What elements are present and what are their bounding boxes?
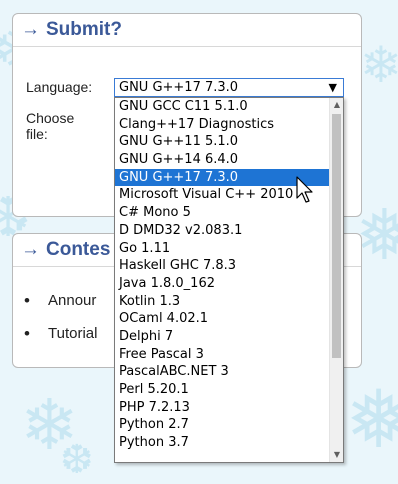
arrow-right-icon: → xyxy=(21,239,40,260)
submit-panel-title: Submit? xyxy=(46,19,122,40)
scrollbar[interactable]: ▲ ▼ xyxy=(329,98,343,462)
language-option[interactable]: GNU G++11 5.1.0 xyxy=(115,133,329,151)
language-select-value: GNU G++17 7.3.0 xyxy=(119,80,239,95)
language-option[interactable]: Go 1.11 xyxy=(115,240,329,258)
scrollbar-thumb[interactable] xyxy=(332,114,341,358)
language-option[interactable]: Delphi 7 xyxy=(115,328,329,346)
snowflake-decoration: ❆ xyxy=(60,437,94,483)
contest-links-list: Annour Tutorial xyxy=(24,291,97,358)
dropdown-arrow-icon: ▼ xyxy=(328,81,337,94)
scroll-up-icon[interactable]: ▲ xyxy=(330,98,343,112)
submit-panel-header: → Submit? xyxy=(13,14,361,47)
mouse-cursor-icon xyxy=(296,176,313,203)
language-option[interactable]: Python 3.7 xyxy=(115,434,329,452)
contest-link-item[interactable]: Tutorial xyxy=(24,324,97,344)
language-option[interactable]: PascalABC.NET 3 xyxy=(115,363,329,381)
language-option[interactable]: D DMD32 v2.083.1 xyxy=(115,222,329,240)
language-option[interactable]: Kotlin 1.3 xyxy=(115,293,329,311)
language-option[interactable]: C# Mono 5 xyxy=(115,204,329,222)
language-option[interactable]: Clang++17 Diagnostics xyxy=(115,116,329,134)
language-option[interactable]: Java 1.8.0_162 xyxy=(115,275,329,293)
language-label: Language: xyxy=(26,79,93,95)
language-options-list[interactable]: GNU GCC C11 5.1.0 Clang++17 Diagnostics GN… xyxy=(114,97,344,463)
language-option[interactable]: GNU G++14 6.4.0 xyxy=(115,151,329,169)
language-option[interactable]: Python 2.7 xyxy=(115,416,329,434)
contest-link-item[interactable]: Annour xyxy=(24,291,97,311)
scroll-down-icon[interactable]: ▼ xyxy=(330,448,343,462)
snowflake-decoration: ❅ xyxy=(345,373,398,466)
contest-panel-title: Contes xyxy=(46,239,111,260)
snowflake-decoration: ❄ xyxy=(360,36,398,94)
language-select[interactable]: GNU G++17 7.3.0 ▼ xyxy=(114,78,344,97)
choose-file-label-line2: file: xyxy=(26,126,48,142)
language-option[interactable]: Haskell GHC 7.8.3 xyxy=(115,257,329,275)
choose-file-label: Choose file: xyxy=(26,110,74,142)
arrow-right-icon: → xyxy=(21,19,40,40)
language-option[interactable]: GNU GCC C11 5.1.0 xyxy=(115,98,329,116)
language-option[interactable]: Free Pascal 3 xyxy=(115,346,329,364)
choose-file-label-line1: Choose xyxy=(26,110,75,126)
language-option[interactable]: Perl 5.20.1 xyxy=(115,381,329,399)
language-option[interactable]: PHP 7.2.13 xyxy=(115,399,329,417)
language-option[interactable]: OCaml 4.02.1 xyxy=(115,310,329,328)
